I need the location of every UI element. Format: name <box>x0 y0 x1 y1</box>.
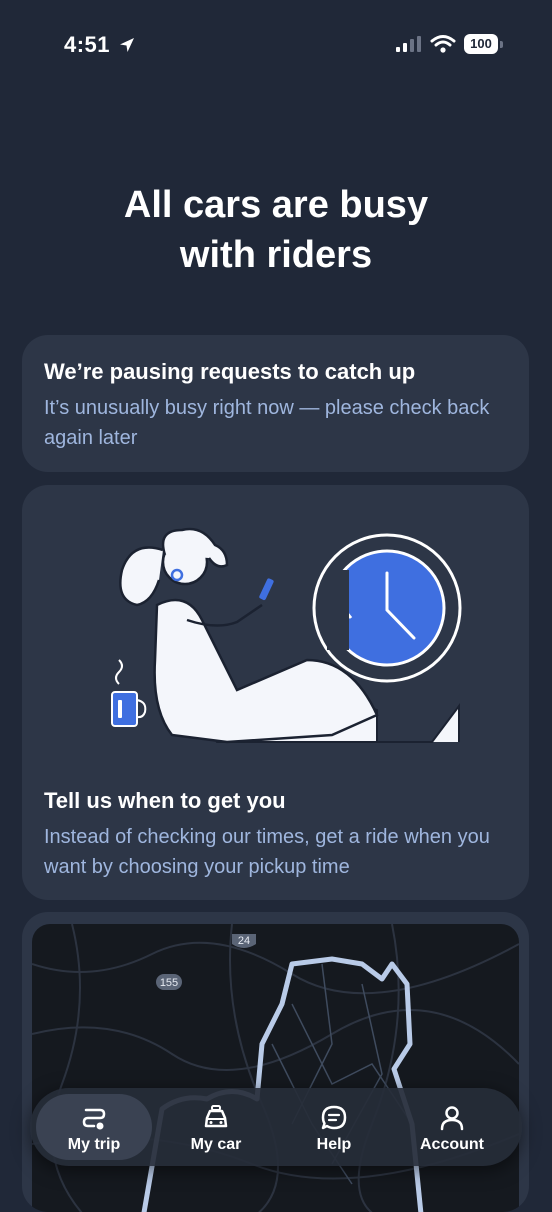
tab-help-label: Help <box>316 1136 352 1153</box>
tab-account-label: Account <box>420 1136 484 1153</box>
tab-help[interactable]: Help <box>276 1094 392 1160</box>
service-area-map-card[interactable]: 24 155 <box>22 912 529 1212</box>
person-icon <box>440 1106 464 1131</box>
location-arrow-icon <box>120 38 134 52</box>
page-title: All cars are busy with riders <box>60 180 492 280</box>
service-area-map[interactable]: 24 155 <box>32 924 519 1212</box>
tab-my-trip-label: My trip <box>67 1136 121 1153</box>
signal-icon <box>396 36 421 52</box>
status-bar: 4:51 100 <box>0 0 552 90</box>
pause-notice-card: We’re pausing requests to catch up It’s … <box>22 335 529 472</box>
schedule-body: Instead of checking our times, get a rid… <box>44 826 490 878</box>
status-time: 4:51 <box>64 32 111 57</box>
page-title-line-2: with riders <box>179 234 373 276</box>
page-title-line-1: All cars are busy <box>123 184 429 226</box>
tab-account[interactable]: Account <box>394 1094 510 1160</box>
tab-my-trip[interactable]: My trip <box>36 1094 152 1160</box>
notice-title: We’re pausing requests to catch up <box>44 359 416 384</box>
notice-body: It’s unusually busy right now — please c… <box>44 397 490 449</box>
car-icon <box>204 1105 228 1128</box>
tab-bar: My trip My car Help Account <box>30 1088 522 1166</box>
route-shield-155: 155 <box>160 977 178 989</box>
chat-bubble-icon <box>321 1105 347 1130</box>
battery-level: 100 <box>470 36 492 51</box>
route-icon <box>82 1108 106 1130</box>
tab-my-car-label: My car <box>190 1136 242 1153</box>
battery-icon: 100 <box>464 34 503 54</box>
wifi-icon <box>430 35 456 53</box>
schedule-title: Tell us when to get you <box>44 788 286 813</box>
tab-my-car[interactable]: My car <box>158 1094 274 1160</box>
schedule-ride-card[interactable]: Tell us when to get you Instead of check… <box>22 485 529 900</box>
route-shield-24: 24 <box>238 935 250 947</box>
person-waiting-with-clock-illustration <box>111 527 462 744</box>
